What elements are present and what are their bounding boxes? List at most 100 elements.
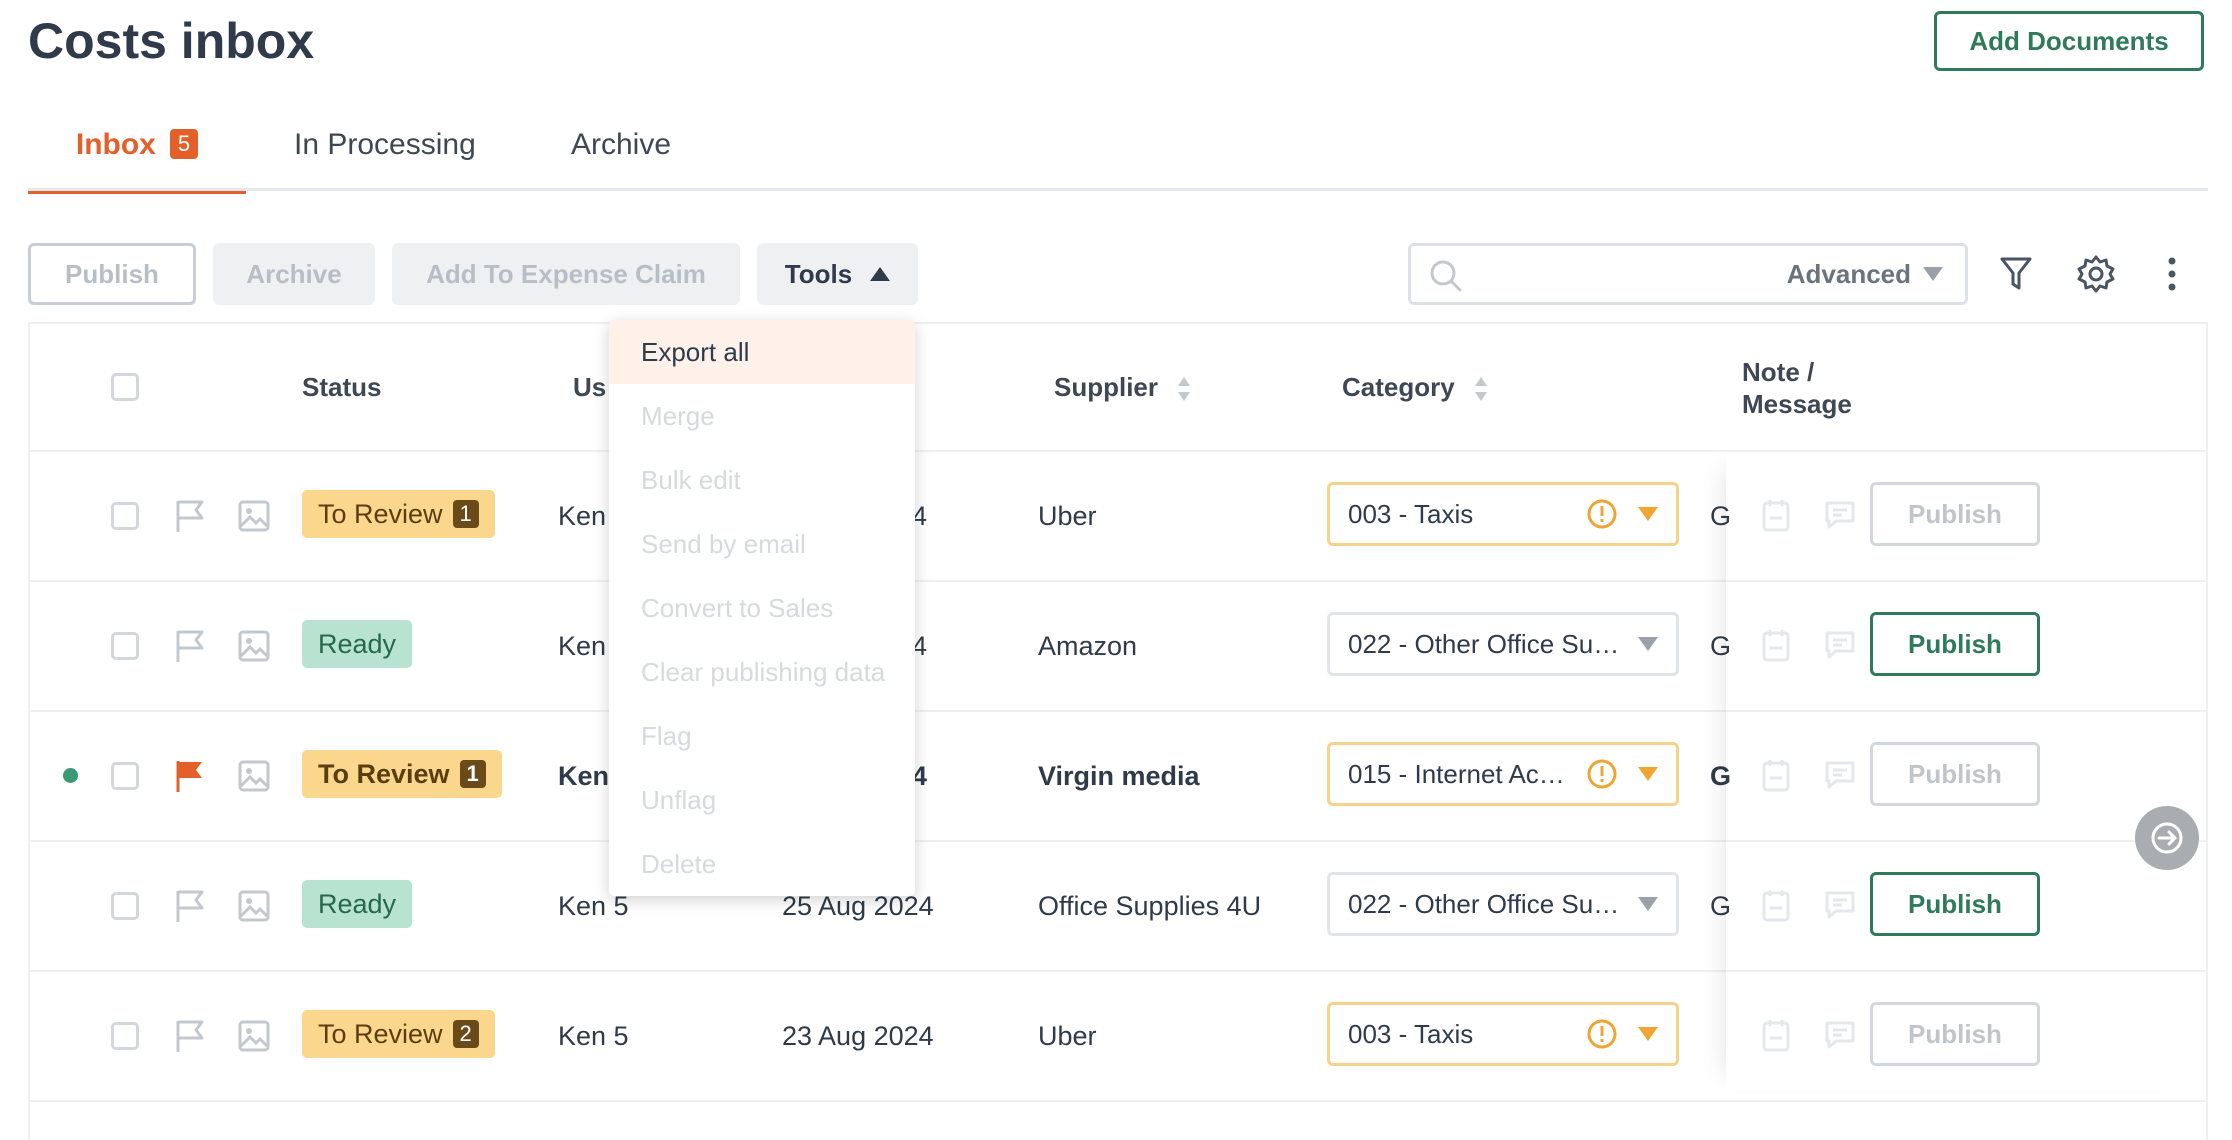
row-checkbox[interactable] <box>111 892 139 920</box>
menu-item-delete[interactable]: Delete <box>609 832 915 896</box>
supplier-cell: Uber <box>1038 1021 1097 1051</box>
sticky-actions-column <box>1726 452 2208 1090</box>
add-to-expense-claim-button[interactable]: Add To Expense Claim <box>392 243 740 305</box>
status-badge: To Review 2 <box>302 1010 495 1058</box>
flag-icon[interactable] <box>174 888 206 924</box>
menu-item-flag[interactable]: Flag <box>609 704 915 768</box>
tab-archive[interactable]: Archive <box>571 128 671 190</box>
category-value: 003 - Taxis <box>1348 498 1474 529</box>
column-note-label: Note / <box>1742 357 1815 387</box>
user-cell: Ken <box>558 761 610 791</box>
arrow-right-icon <box>2151 822 2183 854</box>
menu-item-convert-to-sales[interactable]: Convert to Sales <box>609 576 915 640</box>
column-note-message: Note / Message <box>1742 356 1852 420</box>
supplier-cell: Uber <box>1038 501 1097 531</box>
tab-inbox-label: Inbox <box>75 128 156 161</box>
filter-icon[interactable] <box>1999 255 2033 293</box>
tools-label: Tools <box>784 258 853 289</box>
image-preview-icon[interactable] <box>238 500 270 532</box>
image-preview-icon[interactable] <box>238 890 270 922</box>
chevron-down-icon <box>1923 267 1943 281</box>
tools-dropdown-menu: Export all Merge Bulk edit Send by email… <box>609 320 915 896</box>
row-checkbox[interactable] <box>111 1022 139 1050</box>
bulk-archive-button[interactable]: Archive <box>213 243 375 305</box>
review-count: 1 <box>459 760 486 788</box>
settings-gear-icon[interactable] <box>2076 254 2116 294</box>
search-input[interactable]: Advanced <box>1408 243 1968 305</box>
status-label: Ready <box>318 628 397 659</box>
review-count: 1 <box>452 500 479 528</box>
bulk-publish-button[interactable]: Publish <box>28 243 196 305</box>
supplier-cell: Office Supplies 4U <box>1038 891 1262 921</box>
status-label: To Review <box>318 1018 443 1049</box>
category-value: 015 - Internet Ac… <box>1348 758 1565 789</box>
warning-icon <box>1587 499 1617 529</box>
row-checkbox[interactable] <box>111 762 139 790</box>
column-user[interactable]: Us <box>573 372 606 403</box>
column-supplier[interactable]: Supplier <box>1054 372 1191 403</box>
more-options-icon[interactable] <box>2167 256 2177 292</box>
menu-item-unflag[interactable]: Unflag <box>609 768 915 832</box>
flag-icon[interactable] <box>174 758 206 794</box>
flag-icon[interactable] <box>174 498 206 534</box>
date-cell: 23 Aug 2024 <box>782 1021 934 1051</box>
column-message-label: Message <box>1742 389 1852 419</box>
category-select[interactable]: 022 - Other Office Su… <box>1327 872 1679 936</box>
tabs-divider <box>28 188 2208 191</box>
chevron-down-icon <box>1638 767 1658 781</box>
status-badge: Ready <box>302 880 413 928</box>
menu-item-clear-publishing-data[interactable]: Clear publishing data <box>609 640 915 704</box>
supplier-cell: Amazon <box>1038 631 1138 661</box>
status-label: Ready <box>318 888 397 919</box>
table-header: Status Us Supplier Category Note / Messa… <box>30 324 2206 452</box>
supplier-cell: Virgin media <box>1038 761 1200 791</box>
chevron-down-icon <box>1638 637 1658 651</box>
category-select[interactable]: 003 - Taxis <box>1327 482 1679 546</box>
row-checkbox[interactable] <box>111 502 139 530</box>
user-cell: Ken <box>558 501 607 531</box>
advanced-search-toggle[interactable]: Advanced <box>1787 259 1943 290</box>
category-value: 022 - Other Office Su… <box>1348 628 1620 659</box>
chevron-up-icon <box>870 267 891 281</box>
menu-item-export-all[interactable]: Export all <box>609 320 915 384</box>
tab-in-processing[interactable]: In Processing <box>294 128 476 190</box>
select-all-checkbox[interactable] <box>111 373 139 401</box>
column-supplier-label: Supplier <box>1054 372 1159 402</box>
sort-icon <box>1178 377 1191 402</box>
category-value: 022 - Other Office Su… <box>1348 888 1620 919</box>
status-badge: To Review 1 <box>302 490 495 538</box>
image-preview-icon[interactable] <box>238 760 270 792</box>
tools-menu-button[interactable]: Tools <box>757 243 918 305</box>
category-select[interactable]: 022 - Other Office Su… <box>1327 612 1679 676</box>
user-cell: Ken 5 <box>558 1021 629 1051</box>
chevron-down-icon <box>1638 1027 1658 1041</box>
add-documents-button[interactable]: Add Documents <box>1934 11 2204 71</box>
category-select[interactable]: 015 - Internet Ac… <box>1327 742 1679 806</box>
column-status[interactable]: Status <box>302 372 381 403</box>
column-category-label: Category <box>1342 372 1455 402</box>
status-label: To Review <box>318 758 450 789</box>
tab-inbox[interactable]: Inbox 5 <box>28 128 246 194</box>
row-checkbox[interactable] <box>111 632 139 660</box>
status-badge: Ready <box>302 620 413 668</box>
warning-icon <box>1587 759 1617 789</box>
status-badge: To Review 1 <box>302 750 502 798</box>
sort-icon <box>1474 377 1487 402</box>
advanced-label: Advanced <box>1786 259 1911 289</box>
category-select[interactable]: 003 - Taxis <box>1327 1002 1679 1066</box>
flag-icon[interactable] <box>174 628 206 664</box>
image-preview-icon[interactable] <box>238 630 270 662</box>
page-title: Costs inbox <box>28 13 315 69</box>
menu-item-merge[interactable]: Merge <box>609 384 915 448</box>
status-label: To Review <box>318 498 443 529</box>
scroll-right-button[interactable] <box>2135 806 2199 870</box>
inbox-count-badge: 5 <box>169 129 199 159</box>
flag-icon[interactable] <box>174 1018 206 1054</box>
column-category[interactable]: Category <box>1342 372 1488 403</box>
menu-item-send-by-email[interactable]: Send by email <box>609 512 915 576</box>
menu-item-bulk-edit[interactable]: Bulk edit <box>609 448 915 512</box>
warning-icon <box>1587 1019 1617 1049</box>
chevron-down-icon <box>1638 507 1658 521</box>
user-cell: Ken <box>558 631 607 661</box>
image-preview-icon[interactable] <box>238 1020 270 1052</box>
